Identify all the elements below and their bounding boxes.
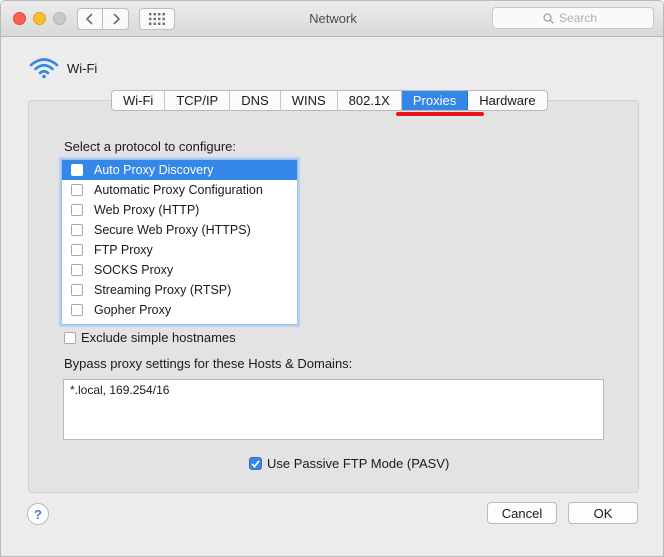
protocol-label: Gopher Proxy: [94, 303, 172, 317]
protocol-label: Streaming Proxy (RTSP): [94, 283, 232, 297]
protocol-item-gopher-proxy[interactable]: Gopher Proxy: [62, 300, 297, 320]
tab-tcpip[interactable]: TCP/IP: [165, 91, 231, 110]
protocol-item-automatic-proxy-configuration[interactable]: Automatic Proxy Configuration: [62, 180, 297, 200]
tab-8021x[interactable]: 802.1X: [337, 91, 402, 110]
bypass-hosts-field[interactable]: *.local, 169.254/16: [63, 379, 604, 440]
protocol-label: FTP Proxy: [94, 243, 153, 257]
passive-ftp-label: Use Passive FTP Mode (PASV): [267, 456, 450, 471]
protocol-checkbox[interactable]: [71, 224, 83, 236]
protocol-checkbox[interactable]: [71, 284, 83, 296]
service-name: Wi-Fi: [67, 60, 98, 76]
grid-icon: [149, 13, 165, 25]
search-icon: [543, 12, 554, 24]
ok-button[interactable]: OK: [568, 502, 638, 524]
title-bar: Network: [1, 1, 663, 37]
help-button[interactable]: ?: [27, 503, 49, 525]
passive-ftp-checkbox[interactable]: [249, 457, 262, 470]
minimize-window-button[interactable]: [33, 12, 46, 25]
back-button[interactable]: [77, 8, 103, 30]
tab-proxies[interactable]: Proxies: [401, 91, 469, 110]
protocol-label: Auto Proxy Discovery: [94, 163, 214, 177]
passive-ftp-option[interactable]: Use Passive FTP Mode (PASV): [249, 456, 449, 471]
protocol-item-web-proxy[interactable]: Web Proxy (HTTP): [62, 200, 297, 220]
protocol-checkbox[interactable]: [71, 244, 83, 256]
exclude-simple-hostnames-checkbox[interactable]: [64, 331, 76, 344]
protocol-checkbox[interactable]: [71, 304, 83, 316]
search-input[interactable]: [559, 11, 603, 25]
protocol-label: SOCKS Proxy: [94, 263, 174, 277]
tab-hardware[interactable]: Hardware: [468, 91, 547, 110]
tab-dns[interactable]: DNS: [230, 91, 281, 110]
service-header: Wi-Fi: [29, 57, 97, 79]
protocol-item-ftp-proxy[interactable]: FTP Proxy: [62, 240, 297, 260]
window-title: Network: [309, 11, 357, 26]
show-all-button[interactable]: [139, 8, 175, 30]
protocol-item-auto-proxy-discovery[interactable]: Auto Proxy Discovery: [62, 160, 297, 180]
annotation-underline: [396, 112, 484, 116]
checkmark-icon: [251, 459, 260, 468]
protocol-checkbox[interactable]: [71, 184, 83, 196]
protocol-prompt: Select a protocol to configure:: [64, 139, 236, 154]
tab-wifi[interactable]: Wi-Fi: [112, 91, 166, 110]
protocol-label: Automatic Proxy Configuration: [94, 183, 263, 197]
protocol-item-streaming-proxy[interactable]: Streaming Proxy (RTSP): [62, 280, 297, 300]
chevron-right-icon: [112, 13, 120, 25]
cancel-button[interactable]: Cancel: [487, 502, 557, 524]
protocol-list[interactable]: Auto Proxy Discovery Automatic Proxy Con…: [61, 159, 298, 325]
protocol-item-secure-web-proxy[interactable]: Secure Web Proxy (HTTPS): [62, 220, 297, 240]
forward-button[interactable]: [103, 8, 129, 30]
exclude-simple-hostnames[interactable]: Exclude simple hostnames: [64, 330, 236, 345]
protocol-label: Secure Web Proxy (HTTPS): [94, 223, 251, 237]
tab-wins[interactable]: WINS: [280, 91, 338, 110]
protocol-item-socks-proxy[interactable]: SOCKS Proxy: [62, 260, 297, 280]
tab-bar: Wi-Fi TCP/IP DNS WINS 802.1X Proxies Har…: [111, 90, 548, 111]
protocol-checkbox[interactable]: [71, 264, 83, 276]
wifi-icon: [29, 58, 59, 79]
zoom-window-button[interactable]: [53, 12, 66, 25]
bypass-label: Bypass proxy settings for these Hosts & …: [64, 356, 353, 371]
protocol-checkbox[interactable]: [71, 204, 83, 216]
network-window: Network Wi-Fi Wi-Fi TCP/IP DNS WINS 802.…: [0, 0, 664, 557]
protocol-label: Web Proxy (HTTP): [94, 203, 200, 217]
close-window-button[interactable]: [13, 12, 26, 25]
chevron-left-icon: [86, 13, 93, 25]
protocol-checkbox[interactable]: [71, 164, 83, 176]
search-field[interactable]: [492, 7, 654, 29]
exclude-simple-hostnames-label: Exclude simple hostnames: [81, 330, 236, 345]
